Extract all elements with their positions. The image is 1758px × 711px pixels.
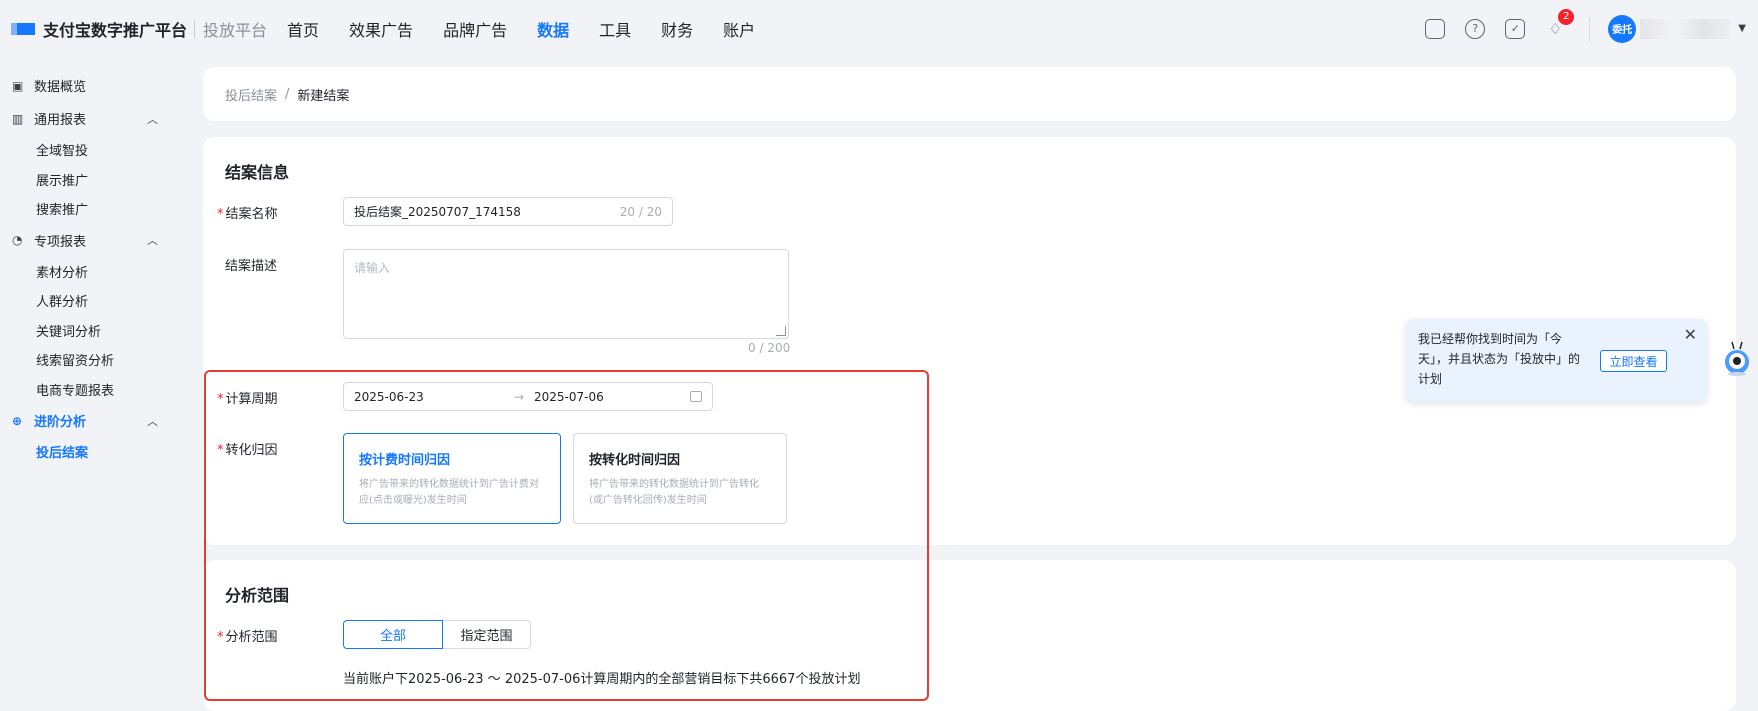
bell-icon[interactable]: ♢ 2	[1545, 8, 1575, 39]
sidebar-item-keyword[interactable]: 关键词分析	[0, 316, 182, 346]
avatar[interactable]: 委托	[1608, 14, 1637, 43]
desc-char-count: 0 / 200	[748, 341, 791, 355]
char-count: 20 / 20	[619, 204, 662, 219]
range-note: 当前账户下2025-06-23 ～ 2025-07-06计算周期内的全部营销目标…	[343, 672, 861, 687]
calendar-icon[interactable]	[690, 391, 702, 402]
case-name-input[interactable]: 投后结案_20250707_174158 20 / 20	[343, 197, 673, 226]
assistant-robot-icon[interactable]	[1724, 340, 1750, 376]
attribution-option-billing[interactable]: 按计费时间归因 将广告带来的转化数据统计到广告计费对应(点击或曝光)发生时间	[343, 433, 561, 524]
range-option-custom[interactable]: 指定范围	[443, 620, 531, 649]
search-analysis-icon: ⊕	[12, 413, 23, 428]
start-date[interactable]: 2025-06-23	[354, 390, 424, 404]
case-name-value: 投后结案_20250707_174158	[354, 205, 521, 219]
top-bar: 支付宝数字推广平台 投放平台 首页 效果广告 品牌广告 数据 工具 财务 账户 …	[0, 0, 1758, 57]
sidebar-item-post-campaign[interactable]: 投后结案	[0, 437, 182, 467]
chevron-up-icon: ︿	[147, 414, 158, 428]
close-icon[interactable]: ✕	[1684, 325, 1697, 344]
sidebar-item-label: 进阶分析	[34, 415, 87, 430]
resize-handle-icon[interactable]	[776, 326, 786, 336]
breadcrumb-separator: /	[285, 86, 290, 102]
nav-brand-ads[interactable]: 品牌广告	[443, 17, 507, 41]
sidebar-group-special-reports[interactable]: ◔ 专项报表 ︿	[0, 224, 182, 257]
arrow-right-icon: →	[514, 389, 525, 404]
sidebar-item-display[interactable]: 展示推广	[0, 165, 182, 195]
nav-performance-ads[interactable]: 效果广告	[349, 17, 413, 41]
name-label: * 结案名称	[217, 207, 278, 222]
range-segmented-control: 全部 指定范围	[343, 620, 531, 649]
nav-home[interactable]: 首页	[287, 17, 319, 41]
option-desc: 将广告带来的转化数据统计到广告计费对应(点击或曝光)发生时间	[359, 479, 539, 506]
logo[interactable]: 支付宝数字推广平台	[11, 17, 187, 41]
option-title: 按转化时间归因	[589, 453, 681, 468]
breadcrumb-parent[interactable]: 投后结案	[225, 85, 277, 104]
chevron-up-icon: ︿	[147, 112, 158, 126]
view-now-button[interactable]: 立即查看	[1600, 350, 1667, 372]
help-icon[interactable]: ?	[1465, 18, 1486, 39]
popup-text: 我已经帮你找到时间为「今天」，并且状态为「投放中」的计划	[1418, 332, 1581, 386]
bar-chart-icon: ▥	[12, 111, 24, 126]
product-name: 投放平台	[203, 20, 268, 40]
mobile-icon[interactable]	[1425, 18, 1446, 39]
section-title: 分析范围	[225, 586, 290, 605]
breadcrumb-current: 新建结案	[297, 88, 350, 104]
nav-finance[interactable]: 财务	[661, 17, 693, 41]
divider	[1589, 16, 1591, 41]
sidebar-item-label: 数据概览	[34, 80, 87, 95]
sidebar: ▣ 数据概览 ▥ 通用报表 ︿ 全域智投 展示推广 搜索推广 ◔ 专项报表 ︿ …	[0, 57, 182, 711]
attribution-label: * 转化归因	[217, 443, 278, 458]
period-label: * 计算周期	[217, 392, 278, 407]
chevron-down-icon[interactable]: ▼	[1738, 23, 1746, 34]
top-right-tools: ? ✓ ♢ 2 委托 ▼	[1425, 0, 1758, 57]
sidebar-item-overview[interactable]: ▣ 数据概览	[0, 69, 182, 102]
range-option-all[interactable]: 全部	[343, 620, 443, 649]
sidebar-item-label: 通用报表	[34, 113, 87, 128]
end-date[interactable]: 2025-07-06	[534, 390, 604, 404]
nav-tools[interactable]: 工具	[599, 17, 631, 41]
sidebar-group-general-reports[interactable]: ▥ 通用报表 ︿	[0, 102, 182, 135]
nav-data[interactable]: 数据	[537, 17, 569, 41]
sidebar-item-label: 专项报表	[34, 234, 87, 250]
top-nav: 首页 效果广告 品牌广告 数据 工具 财务 账户	[287, 17, 785, 41]
nav-account[interactable]: 账户	[723, 17, 755, 41]
description-placeholder: 请输入	[354, 261, 391, 275]
sidebar-item-omni[interactable]: 全域智投	[0, 135, 182, 165]
analysis-range-card: 分析范围 * 分析范围 全部 指定范围 当前账户下2025-06-23 ～ 202…	[203, 560, 1736, 711]
dashboard-icon: ▣	[12, 78, 24, 93]
section-title: 结案信息	[225, 163, 290, 182]
sidebar-item-ecommerce[interactable]: 电商专题报表	[0, 375, 182, 405]
chevron-up-icon: ︿	[147, 234, 158, 247]
sidebar-group-advanced[interactable]: ⊕ 进阶分析 ︿	[0, 404, 182, 437]
description-textarea[interactable]: 请输入	[343, 249, 789, 339]
range-label: * 分析范围	[217, 630, 278, 645]
brand-name: 支付宝数字推广平台	[43, 20, 188, 40]
divider	[194, 19, 196, 38]
task-icon[interactable]: ✓	[1505, 18, 1526, 39]
pie-chart-icon: ◔	[12, 233, 23, 247]
date-range-picker[interactable]: 2025-06-23 → 2025-07-06	[343, 382, 713, 411]
sidebar-item-audience[interactable]: 人群分析	[0, 286, 182, 316]
option-title: 按计费时间归因	[359, 453, 451, 468]
notification-badge: 2	[1558, 8, 1575, 25]
logo-icon	[11, 22, 35, 35]
desc-label: 结案描述	[225, 259, 278, 274]
sidebar-item-material[interactable]: 素材分析	[0, 257, 182, 287]
account-name-redacted	[1640, 18, 1731, 39]
attribution-option-conversion[interactable]: 按转化时间归因 将广告带来的转化数据统计到广告转化(或广告转化回传)发生时间	[573, 433, 787, 524]
sidebar-item-leads[interactable]: 线索留资分析	[0, 345, 182, 375]
assistant-popup: 我已经帮你找到时间为「今天」，并且状态为「投放中」的计划 立即查看 ✕	[1406, 319, 1707, 402]
option-desc: 将广告带来的转化数据统计到广告转化(或广告转化回传)发生时间	[589, 479, 759, 506]
sidebar-item-search[interactable]: 搜索推广	[0, 194, 182, 224]
breadcrumb: 投后结案 / 新建结案	[203, 67, 1736, 121]
